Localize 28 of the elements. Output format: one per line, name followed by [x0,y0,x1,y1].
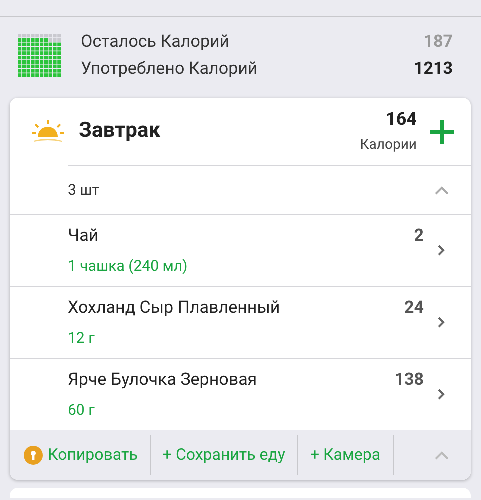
summary-value: 1213 [414,58,453,81]
plus-icon [430,120,454,144]
summary-label: Употреблено Калорий [81,58,258,81]
item-count-toggle[interactable]: 3 шт [10,166,471,214]
chevron-right-icon [438,245,445,256]
summary-label: Осталось Калорий [81,30,230,54]
food-name: Ярче Булочка Зерновая [68,368,258,392]
food-calories: 2 [414,224,424,248]
food-amount: 1 чашка (240 мл) [68,256,189,277]
food-amount: 12 г [68,328,96,349]
chevron-right-icon [438,389,445,400]
meal-title: Завтрак [79,118,162,145]
keyhole-icon [24,446,43,464]
food-item[interactable]: Чай 2 1 чашка (240 мл) [10,214,471,286]
chevron-icon [435,186,449,194]
sunrise-icon [32,120,64,144]
chevron-right-icon [438,317,445,328]
chevron-up-icon [435,450,449,460]
calories-label: Калории [360,136,417,154]
food-calories: 24 [404,296,424,320]
food-name: Хохланд Сыр Плавленный [68,296,280,320]
meal-calories: 164 [386,108,417,130]
food-amount: 60 г [68,400,96,421]
add-food-button[interactable] [429,118,455,144]
food-item[interactable]: Хохланд Сыр Плавленный 24 12 г [10,286,471,358]
summary-value: 187 [424,30,453,54]
food-name: Чай [68,224,99,248]
food-calories: 138 [394,368,424,392]
